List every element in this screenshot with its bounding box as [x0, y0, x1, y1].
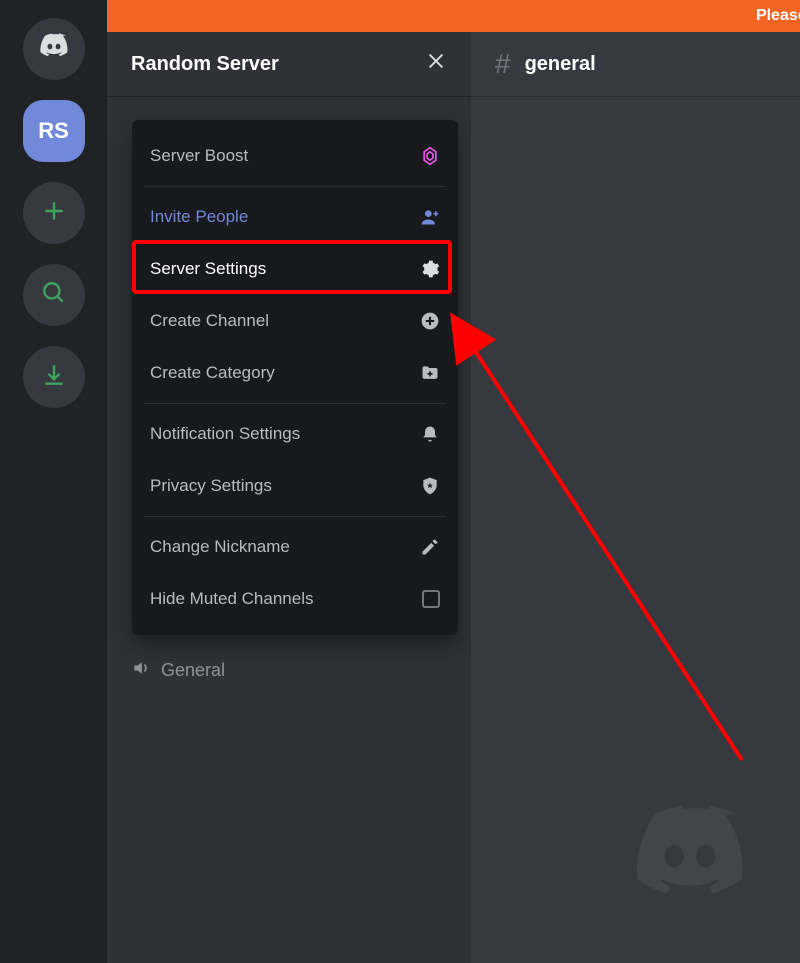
speaker-icon: [131, 658, 151, 683]
discord-icon: [36, 29, 72, 70]
server-name: Random Server: [131, 53, 279, 76]
voice-channel-general[interactable]: General: [131, 658, 225, 683]
bell-icon: [420, 424, 440, 444]
menu-label: Invite People: [150, 207, 248, 227]
download-icon: [41, 362, 67, 393]
chat-area: # general: [471, 32, 800, 963]
server-dropdown-menu: Server Boost Invite People Server Settin…: [132, 120, 458, 635]
add-server-button[interactable]: [23, 182, 85, 244]
menu-separator: [144, 516, 446, 517]
gear-icon: [420, 259, 440, 279]
menu-invite-people[interactable]: Invite People: [132, 191, 458, 243]
shield-icon: [420, 476, 440, 496]
person-plus-icon: [420, 207, 440, 227]
menu-label: Privacy Settings: [150, 476, 272, 496]
home-button[interactable]: [23, 18, 85, 80]
download-apps-button[interactable]: [23, 346, 85, 408]
search-icon: [41, 280, 67, 311]
close-icon[interactable]: [425, 50, 447, 78]
menu-notification-settings[interactable]: Notification Settings: [132, 408, 458, 460]
menu-label: Create Channel: [150, 311, 269, 331]
menu-label: Hide Muted Channels: [150, 589, 313, 609]
menu-separator: [144, 186, 446, 187]
menu-hide-muted-channels[interactable]: Hide Muted Channels: [132, 573, 458, 625]
menu-change-nickname[interactable]: Change Nickname: [132, 521, 458, 573]
notice-text: Please c: [756, 0, 800, 32]
menu-create-category[interactable]: Create Category: [132, 347, 458, 399]
plus-circle-icon: [420, 311, 440, 331]
menu-label: Server Boost: [150, 146, 248, 166]
menu-server-settings[interactable]: Server Settings: [132, 243, 458, 295]
server-header[interactable]: Random Server: [107, 32, 471, 96]
server-initials: RS: [38, 118, 69, 144]
menu-privacy-settings[interactable]: Privacy Settings: [132, 460, 458, 512]
menu-label: Server Settings: [150, 259, 266, 279]
checkbox-icon[interactable]: [422, 590, 440, 608]
menu-label: Change Nickname: [150, 537, 290, 557]
pencil-icon: [420, 537, 440, 557]
plus-icon: [41, 198, 67, 229]
empty-state-illustration: [600, 788, 780, 933]
menu-server-boost[interactable]: Server Boost: [132, 130, 458, 182]
channel-name: general: [525, 53, 596, 76]
menu-label: Create Category: [150, 363, 275, 383]
menu-separator: [144, 403, 446, 404]
voice-channel-name: General: [161, 660, 225, 681]
server-rail: RS: [0, 0, 107, 963]
explore-servers-button[interactable]: [23, 264, 85, 326]
menu-create-channel[interactable]: Create Channel: [132, 295, 458, 347]
boost-icon: [420, 146, 440, 166]
chat-header: # general: [471, 32, 800, 96]
folder-plus-icon: [420, 363, 440, 383]
hash-icon: #: [495, 48, 511, 80]
notice-banner[interactable]: Please c: [107, 0, 800, 32]
menu-label: Notification Settings: [150, 424, 300, 444]
server-random-server[interactable]: RS: [23, 100, 85, 162]
